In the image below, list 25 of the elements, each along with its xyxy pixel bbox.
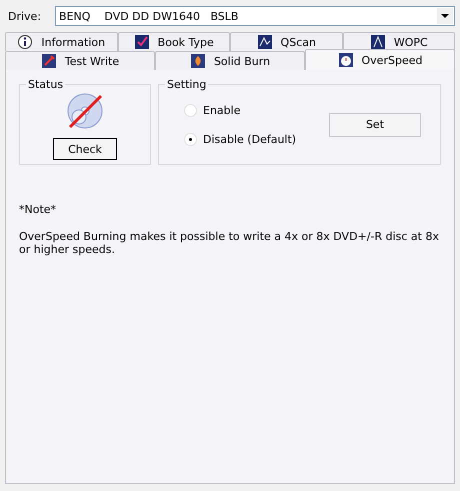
group-title: Status — [26, 78, 66, 91]
tab[interactable]: Test Write — [5, 51, 155, 70]
radio-label: Enable — [203, 104, 240, 116]
info-icon — [17, 34, 34, 50]
checkmark-icon — [134, 34, 150, 50]
tab[interactable]: OverSpeed — [305, 49, 455, 70]
radio-button[interactable] — [184, 104, 197, 116]
stopwatch-icon — [338, 52, 354, 68]
drive-dropdown[interactable]: BENQ DVD DD DW1640 BSLB — [55, 6, 455, 26]
fire-icon — [190, 53, 206, 69]
group-title: Setting — [165, 78, 208, 91]
radio-button[interactable] — [184, 132, 197, 146]
graph-icon — [256, 34, 273, 50]
tab[interactable]: Information — [5, 32, 118, 51]
disc-icon — [65, 91, 105, 131]
tab[interactable]: Book Type — [118, 32, 230, 51]
chart-icon — [370, 34, 386, 50]
tab[interactable]: Solid Burn — [155, 51, 305, 70]
drive-label: Drive: — [8, 10, 42, 22]
set-button[interactable]: Set — [329, 112, 421, 136]
note-title: *Note* — [19, 203, 58, 216]
tab[interactable]: QScan — [230, 32, 342, 51]
note-text: OverSpeed Burning makes it possible to write a 4x or 8x DVD+/-R disc at 8x or higher speeds. — [19, 230, 440, 256]
check-button[interactable]: Check — [53, 138, 117, 160]
radio-label: Disable (Default) — [203, 132, 296, 146]
